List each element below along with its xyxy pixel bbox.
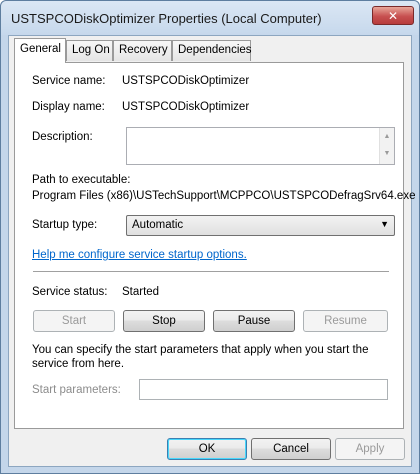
help-configure-link[interactable]: Help me configure service startup option… (32, 249, 247, 261)
cancel-button[interactable]: Cancel (251, 438, 331, 460)
tab-log-on[interactable]: Log On (66, 40, 113, 61)
service-name-value: USTSPCODiskOptimizer (122, 75, 250, 87)
chevron-down-icon: ▼ (380, 219, 389, 229)
path-value: Program Files (x86)\USTechSupport\MCPPCO… (32, 190, 416, 202)
title-bar[interactable]: USTSPCODiskOptimizer Properties (Local C… (1, 1, 419, 35)
tab-general[interactable]: General (14, 38, 66, 63)
display-name-value: USTSPCODiskOptimizer (122, 101, 250, 113)
resume-button[interactable]: Resume (303, 310, 388, 332)
start-params-info: You can specify the start parameters tha… (32, 344, 369, 370)
description-scrollbar[interactable]: ▲ ▼ (379, 128, 394, 164)
description-label: Description: (32, 131, 93, 143)
stop-button[interactable]: Stop (123, 310, 205, 332)
ok-button[interactable]: OK (167, 438, 247, 460)
service-status-label: Service status: (32, 286, 108, 298)
tab-dependencies[interactable]: Dependencies (172, 40, 252, 61)
close-button[interactable]: ✕ (372, 6, 414, 25)
apply-button[interactable]: Apply (335, 438, 405, 460)
path-label: Path to executable: (32, 174, 131, 186)
startup-type-label: Startup type: (32, 219, 98, 231)
properties-window: USTSPCODiskOptimizer Properties (Local C… (0, 0, 420, 474)
dialog-client-area: General Log On Recovery Dependencies Ser… (8, 35, 415, 467)
window-title: USTSPCODiskOptimizer Properties (Local C… (11, 11, 322, 26)
start-params-label: Start parameters: (32, 384, 121, 396)
start-params-input[interactable] (139, 379, 388, 400)
pause-button[interactable]: Pause (213, 310, 295, 332)
display-name-label: Display name: (32, 101, 105, 113)
scroll-up-icon[interactable]: ▲ (380, 128, 394, 145)
start-button[interactable]: Start (33, 310, 115, 332)
startup-type-select[interactable]: Automatic ▼ (126, 215, 395, 236)
service-status-value: Started (122, 286, 160, 298)
startup-type-value: Automatic (132, 219, 184, 231)
service-name-label: Service name: (32, 75, 106, 87)
general-tab-panel: Service name: USTSPCODiskOptimizer Displ… (14, 62, 415, 429)
divider (33, 271, 389, 273)
description-field[interactable]: ▲ ▼ (126, 127, 395, 165)
scroll-down-icon[interactable]: ▼ (380, 145, 394, 162)
tab-recovery[interactable]: Recovery (113, 40, 172, 61)
close-icon: ✕ (387, 8, 399, 23)
